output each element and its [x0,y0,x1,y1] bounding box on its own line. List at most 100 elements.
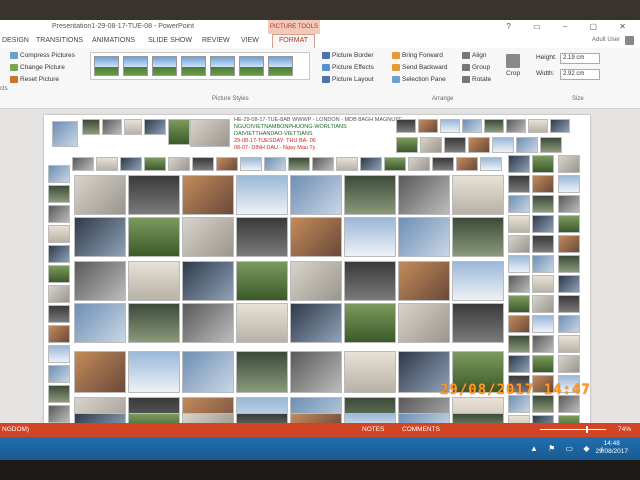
photo-thumbnail[interactable] [540,137,562,153]
photo-thumbnail[interactable] [182,217,234,257]
photo-thumbnail[interactable] [558,295,580,313]
photo-thumbnail[interactable] [182,351,234,393]
photo-thumbnail[interactable] [290,175,342,215]
avatar[interactable] [625,36,634,45]
crop-button[interactable]: Crop [506,54,520,77]
photo-thumbnail[interactable] [264,157,286,171]
photo-thumbnail[interactable] [48,325,70,343]
photo-thumbnail[interactable] [558,335,580,353]
photo-thumbnail[interactable] [444,137,466,153]
photo-thumbnail[interactable] [236,351,288,393]
window-controls[interactable]: ? ▭ – ▢ ✕ [506,22,636,31]
photo-thumbnail[interactable] [48,285,70,303]
photo-thumbnail[interactable] [532,235,554,253]
photo-thumbnail[interactable] [440,119,460,133]
style-thumb[interactable] [210,56,235,76]
photo-thumbnail[interactable] [216,157,238,171]
zoom-slider-track[interactable] [540,429,606,430]
width-field[interactable]: 2.92 cm [560,69,600,80]
taskbar-clock[interactable]: 14:48 29/08/2017 [595,440,628,456]
style-thumb[interactable] [94,56,119,76]
tab-transitions[interactable]: TRANSITIONS [36,37,83,44]
selection-pane-button[interactable]: Selection Pane [392,76,446,83]
reset-picture-button[interactable]: Reset Picture [10,76,59,83]
height-field[interactable]: 2.19 cm [560,53,600,64]
zoom-level[interactable]: 74% [618,426,631,433]
picture-effects-button[interactable]: Picture Effects [322,64,374,71]
photo-thumbnail[interactable] [48,185,70,203]
picture-border-button[interactable]: Picture Border [322,52,374,59]
rotate-button[interactable]: Rotate [462,76,491,83]
photo-thumbnail[interactable] [74,303,126,343]
photo-thumbnail[interactable] [508,275,530,293]
photo-thumbnail[interactable] [288,157,310,171]
photo-thumbnail[interactable] [336,157,358,171]
tab-slide-show[interactable]: SLIDE SHOW [148,37,192,44]
photo-thumbnail[interactable] [508,235,530,253]
style-thumb[interactable] [152,56,177,76]
photo-thumbnail[interactable] [558,315,580,333]
photo-thumbnail[interactable] [532,215,554,233]
tab-view[interactable]: VIEW [241,37,259,44]
photo-thumbnail[interactable] [96,157,118,171]
photo-thumbnail[interactable] [192,157,214,171]
photo-thumbnail[interactable] [532,335,554,353]
photo-thumbnail[interactable] [128,351,180,393]
photo-thumbnail[interactable] [558,195,580,213]
tab-review[interactable]: REVIEW [202,37,230,44]
photo-thumbnail[interactable] [236,175,288,215]
comments-button[interactable]: COMMENTS [402,426,440,433]
photo-thumbnail[interactable] [82,119,100,135]
photo-thumbnail[interactable] [344,303,396,343]
zoom-slider-knob[interactable] [586,426,588,433]
style-thumb[interactable] [181,56,206,76]
photo-thumbnail[interactable] [182,303,234,343]
photo-thumbnail[interactable] [48,305,70,323]
group-button[interactable]: Group [462,64,490,71]
photo-thumbnail[interactable] [74,351,126,393]
photo-thumbnail[interactable] [432,157,454,171]
photo-thumbnail[interactable] [48,365,70,383]
photo-thumbnail[interactable] [532,275,554,293]
photo-thumbnail[interactable] [102,119,122,135]
photo-thumbnail[interactable] [128,217,180,257]
photo-thumbnail[interactable] [558,175,580,193]
photo-thumbnail[interactable] [48,225,70,243]
photo-thumbnail[interactable] [144,157,166,171]
photo-thumbnail[interactable] [398,261,450,301]
photo-thumbnail[interactable] [236,303,288,343]
align-button[interactable]: Align [462,52,486,59]
photo-thumbnail[interactable] [290,261,342,301]
photo-thumbnail[interactable] [508,215,530,233]
photo-thumbnail[interactable] [398,303,450,343]
tab-animations[interactable]: ANIMATIONS [92,37,135,44]
send-backward-button[interactable]: Send Backward [392,64,448,71]
photo-thumbnail[interactable] [558,235,580,253]
photo-thumbnail[interactable] [48,345,70,363]
photo-thumbnail[interactable] [508,155,530,173]
photo-thumbnail[interactable] [452,303,504,343]
photo-thumbnail[interactable] [128,303,180,343]
photo-thumbnail[interactable] [558,255,580,273]
photo-thumbnail[interactable] [72,157,94,171]
photo-thumbnail[interactable] [124,119,142,135]
photo-thumbnail[interactable] [48,165,70,183]
photo-thumbnail[interactable] [128,175,180,215]
photo-thumbnail[interactable] [48,405,70,423]
photo-thumbnail[interactable] [290,303,342,343]
photo-thumbnail[interactable] [236,261,288,301]
photo-thumbnail[interactable] [508,335,530,353]
photo-thumbnail[interactable] [74,217,126,257]
slide-title-text[interactable]: HE-29-08-17-TUE-8AB WWWP - LONDON - MDB … [234,117,404,152]
photo-thumbnail[interactable] [468,137,490,153]
photo-thumbnail[interactable] [74,175,126,215]
tab-design[interactable]: DESIGN [2,37,29,44]
photo-thumbnail[interactable] [492,137,514,153]
photo-thumbnail[interactable] [532,295,554,313]
photo-thumbnail[interactable] [48,245,70,263]
photo-thumbnail[interactable] [558,155,580,173]
photo-thumbnail[interactable] [48,265,70,283]
photo-thumbnail[interactable] [508,175,530,193]
photo-thumbnail[interactable] [396,137,418,153]
photo-thumbnail[interactable] [344,261,396,301]
